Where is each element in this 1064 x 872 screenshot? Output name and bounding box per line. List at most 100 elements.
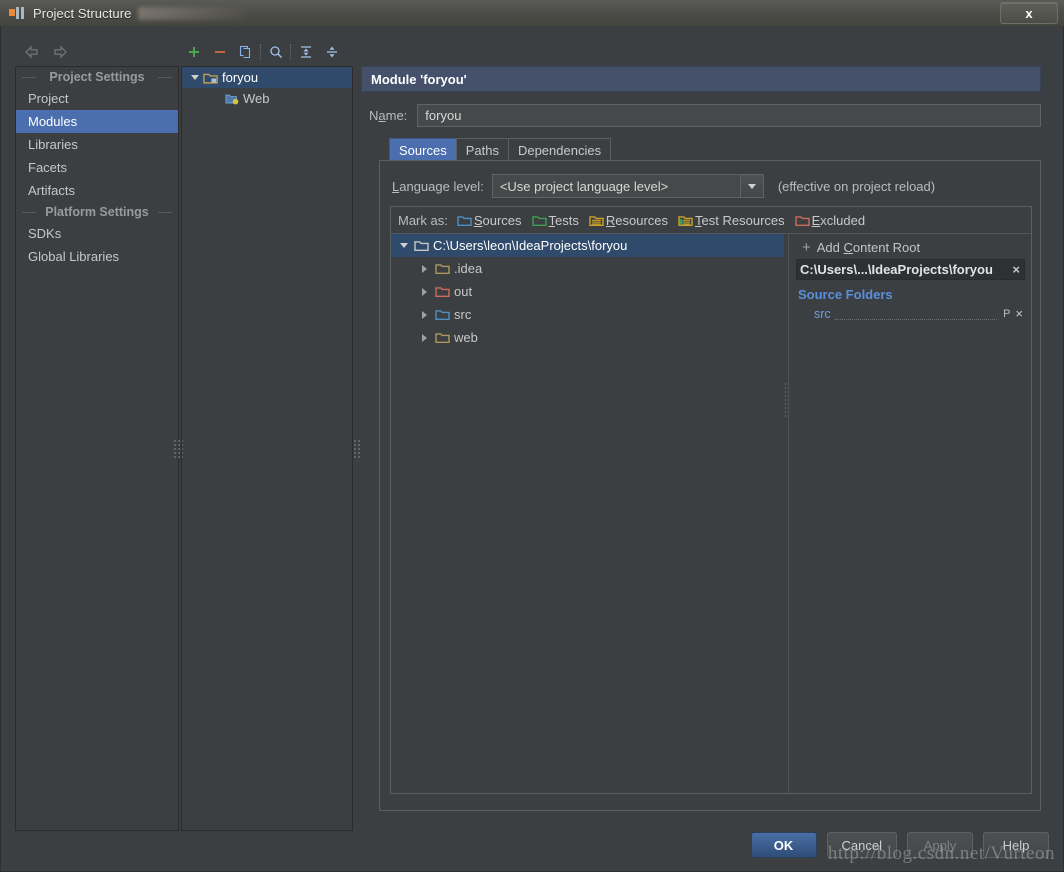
mark-as-excluded-button[interactable]: Excluded (794, 213, 865, 228)
content-tree-node-label: out (454, 284, 473, 299)
sidebar-item-global-libraries[interactable]: Global Libraries (16, 245, 178, 268)
content-root-details: + Add Content Root C:\Users\...\IdeaProj… (792, 234, 1031, 793)
module-tree-node[interactable]: foryou (182, 67, 352, 88)
content-tree-node-label: .idea (454, 261, 483, 276)
folder-sources-icon (435, 310, 450, 321)
folder-icon (414, 241, 429, 252)
mark-as-label: Sources (473, 212, 522, 228)
chevron-right-icon[interactable] (418, 262, 431, 275)
folder-tests-icon (531, 215, 547, 226)
language-level-note: (effective on project reload) (777, 178, 936, 194)
source-folder-name: src (814, 306, 831, 321)
chevron-down-icon[interactable] (739, 175, 763, 197)
content-tree-node[interactable]: web (391, 326, 784, 349)
add-content-root-button[interactable]: + Add Content Root (796, 240, 1025, 255)
module-tree-pane[interactable]: foryou Web (181, 66, 353, 831)
close-button[interactable]: x (1000, 2, 1058, 24)
settings-sidebar: Project Settings Project Modules Libraries F… (15, 66, 179, 831)
mark-as-label: Tests (548, 212, 579, 228)
content-root-tree[interactable]: C:\Users\leon\IdeaProjects\foryou .idea ou… (391, 234, 784, 793)
module-tree-node-label: Web (243, 91, 270, 106)
add-button[interactable] (181, 40, 207, 64)
plus-icon: + (802, 239, 811, 256)
mark-as-resources-button[interactable]: Resources (589, 213, 668, 228)
language-level-select[interactable]: <Use project language level> (491, 174, 764, 198)
module-tree-node[interactable]: Web (182, 88, 352, 109)
mark-as-toolbar: Mark as: Sources Tests Resources Test Resou… (391, 207, 1031, 234)
module-name-input[interactable]: foryou (417, 103, 1041, 127)
content-tree-node-label: src (454, 307, 472, 322)
folder-sources-icon (457, 215, 472, 226)
content-root-path: C:\Users\...\IdeaProjects\foryou (800, 262, 993, 277)
navigation-toolbar (15, 39, 179, 65)
language-level-value: <Use project language level> (499, 178, 669, 194)
sidebar-item-project[interactable]: Project (16, 87, 178, 110)
search-icon[interactable] (263, 40, 289, 64)
sources-split: C:\Users\leon\IdeaProjects\foryou .idea ou… (391, 234, 1031, 793)
chevron-right-icon[interactable] (418, 331, 431, 344)
content-tree-node-label: web (454, 330, 478, 345)
mark-as-label: Mark as: (398, 212, 448, 228)
remove-source-folder-icon[interactable]: × (1015, 306, 1023, 321)
copy-button[interactable] (233, 40, 259, 64)
chevron-down-icon[interactable] (397, 239, 410, 252)
content-tree-node[interactable]: .idea (391, 257, 784, 280)
title-blurred-text (137, 6, 248, 20)
mark-as-test-resources-button[interactable]: Test Resources (678, 213, 785, 228)
remove-content-root-icon[interactable]: × (1012, 262, 1020, 277)
arrow-right-icon[interactable] (51, 44, 69, 60)
chevron-right-icon[interactable] (418, 308, 431, 321)
tab-sources[interactable]: Sources (389, 138, 457, 161)
content-tree-node-label: C:\Users\leon\IdeaProjects\foryou (433, 238, 628, 253)
mark-as-sources-button[interactable]: Sources (457, 213, 522, 228)
sidebar-item-facets[interactable]: Facets (16, 156, 178, 179)
module-detail-pane: Module 'foryou' Name: foryou Sources Path… (361, 66, 1051, 831)
ok-button[interactable]: OK (750, 832, 817, 858)
folder-excluded-icon (794, 215, 810, 226)
sources-vertical-splitter[interactable] (784, 234, 792, 793)
module-tree-node-label: foryou (222, 70, 259, 85)
content-tree-node[interactable]: src (391, 303, 784, 326)
sidebar-item-artifacts[interactable]: Artifacts (16, 179, 178, 202)
project-structure-window: Project Structure x Project Settings Proj… (0, 0, 1064, 872)
tab-paths[interactable]: Paths (455, 138, 509, 161)
folder-icon (435, 333, 450, 344)
left-splitter-handle[interactable] (173, 439, 183, 459)
expand-all-icon[interactable] (293, 40, 319, 64)
chevron-right-icon[interactable] (210, 92, 223, 105)
module-toolbar (181, 38, 353, 65)
language-level-row: Language level: <Use project language le… (380, 173, 1042, 199)
remove-button[interactable] (207, 40, 233, 64)
sidebar-group-platform-settings: Platform Settings (16, 202, 178, 222)
language-level-label-text: anguage level: (399, 178, 484, 194)
source-folder-row[interactable]: src P × (796, 304, 1025, 323)
content-tree-node[interactable]: C:\Users\leon\IdeaProjects\foryou (391, 234, 784, 257)
sidebar-group-project-settings: Project Settings (16, 67, 178, 87)
content-tree-node[interactable]: out (391, 280, 784, 303)
source-folders-title: Source Folders (798, 287, 893, 302)
sources-tab-panel: Language level: <Use project language le… (379, 160, 1041, 811)
mark-as-label: Resources (605, 212, 669, 228)
sidebar-item-libraries[interactable]: Libraries (16, 133, 178, 156)
chevron-right-icon[interactable] (418, 285, 431, 298)
collapse-all-icon[interactable] (319, 40, 345, 64)
window-title: Project Structure (33, 5, 132, 21)
watermark-text: http://blog.csdn.net/Vurteon (827, 843, 1055, 864)
content-root-chip[interactable]: C:\Users\...\IdeaProjects\foryou × (796, 259, 1025, 280)
arrow-left-icon[interactable] (23, 44, 41, 60)
folder-excluded-icon (435, 287, 450, 298)
dialog-body: Project Settings Project Modules Libraries F… (0, 26, 1064, 872)
folder-icon (435, 264, 450, 275)
sidebar-item-modules[interactable]: Modules (16, 110, 178, 133)
title-bar: Project Structure x (0, 0, 1064, 26)
sidebar-item-sdks[interactable]: SDKs (16, 222, 178, 245)
web-facet-icon (225, 94, 239, 104)
dotted-leader (834, 318, 998, 320)
folder-resources-icon (589, 215, 604, 226)
add-content-root-label: Add Content Root (816, 240, 921, 255)
mark-as-tests-button[interactable]: Tests (531, 212, 579, 228)
tab-dependencies[interactable]: Dependencies (507, 138, 612, 161)
package-prefix-icon[interactable]: P (1003, 308, 1010, 320)
module-tabs: Sources Paths Dependencies (389, 138, 612, 161)
chevron-down-icon[interactable] (188, 71, 201, 84)
